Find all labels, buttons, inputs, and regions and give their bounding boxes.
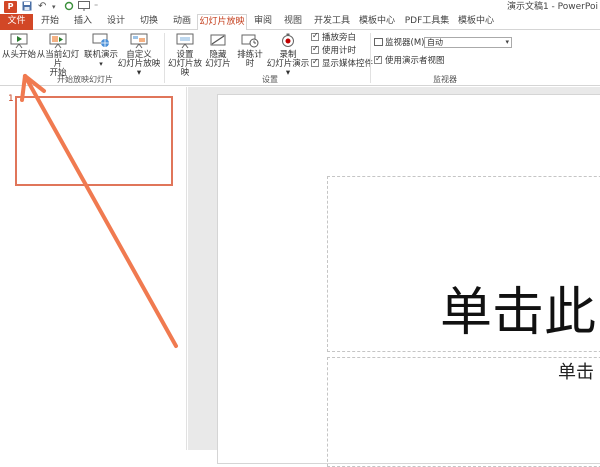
tab-animations[interactable]: 动画 [167,14,197,30]
ribbon-tabs: 文件 开始 插入 设计 切换 动画 幻灯片放映 审阅 视图 开发工具 模板中心 … [0,14,600,31]
hide-slide-icon [209,33,227,49]
tab-review[interactable]: 审阅 [250,14,276,30]
title-bar: P ↶ ▾ ⁼ 演示文稿1 - PowerPoi [0,0,600,14]
show-media-controls-label: 显示媒体控件 [322,59,374,69]
undo-dropdown-icon[interactable]: ▾ [52,1,56,13]
rehearse-timings-button[interactable]: 排练计时 [234,33,266,69]
record-icon [279,33,297,49]
custom-slide-show-icon [130,33,148,49]
use-timings-label: 使用计时 [322,46,357,56]
group-label-monitors: 监视器 [433,75,457,84]
title-placeholder-text: 单击此 [440,283,597,343]
set-up-show-icon [176,33,194,49]
tab-transitions[interactable]: 切换 [134,14,164,30]
present-online-button[interactable]: 联机演示 ▾ [83,33,119,69]
slide-number: 1 [8,94,14,104]
chevron-down-icon: ▾ [505,38,509,46]
present-online-icon [92,33,110,49]
slide-editing-area: 单击此 单击 [188,87,600,467]
tab-template-center[interactable]: 模板中心 [356,14,398,30]
show-media-controls-checkbox[interactable]: 显示媒体控件 [311,57,374,69]
from-current-label-1: 从当前幻灯片 [36,50,80,69]
powerpoint-app-icon[interactable]: P [4,1,17,13]
subtitle-placeholder[interactable]: 单击 [327,357,600,467]
monitor-dropdown[interactable]: 自动 ▾ [424,37,512,48]
present-online-dropdown-icon: ▾ [99,60,103,68]
tab-file[interactable]: 文件 [0,14,33,30]
play-narration-checkbox[interactable]: 播放旁白 [311,31,357,43]
checkbox-checked-icon [311,44,319,54]
window-title: 演示文稿1 - PowerPoi [506,2,598,12]
checkbox-checked-icon [374,54,382,64]
use-timings-checkbox[interactable]: 使用计时 [311,44,357,56]
monitor-label: 监视器(M): [385,38,428,48]
subtitle-placeholder-text: 单击 [558,362,594,383]
play-from-current-icon [49,33,67,49]
rehearse-timings-icon [241,33,259,49]
record-slide-show-button[interactable]: 录制 幻灯片演示 ▾ [266,33,310,78]
play-narration-label: 播放旁白 [322,33,357,43]
group-separator [370,33,371,83]
set-up-slide-show-button[interactable]: 设置 幻灯片放映 [166,33,204,78]
presenter-view-checkbox[interactable]: 使用演示者视图 [374,54,445,66]
tab-slide-show[interactable]: 幻灯片放映 [197,14,247,31]
hide-slide-label-2: 幻灯片 [205,59,231,69]
presentation-icon[interactable] [78,1,90,13]
slides-pane: 1 [0,87,187,450]
group-label-setup: 设置 [262,75,278,84]
slide-canvas[interactable]: 单击此 单击 [217,94,600,467]
monitor-selector: 监视器(M): [374,38,427,48]
slide-thumbnail[interactable] [15,96,173,186]
customize-quick-access-icon[interactable]: ⁼ [94,1,98,13]
monitor-icon [374,38,383,46]
tab-developer[interactable]: 开发工具 [310,14,354,30]
title-placeholder[interactable]: 单击此 [327,176,600,352]
presenter-view-label: 使用演示者视图 [385,56,445,66]
tab-design[interactable]: 设计 [101,14,131,30]
tab-pdf-tools[interactable]: PDF工具集 [402,14,452,30]
undo-icon[interactable]: ↶ [38,1,46,13]
tab-view[interactable]: 视图 [280,14,306,30]
play-from-beginning-icon [10,33,28,49]
checkbox-checked-icon [311,57,319,67]
save-icon[interactable] [22,1,32,13]
set-up-label-2: 幻灯片放映 [167,59,202,78]
hide-slide-button[interactable]: 隐藏 幻灯片 [204,33,232,69]
from-beginning-button[interactable]: 从头开始 [2,33,36,60]
tab-insert[interactable]: 插入 [68,14,98,30]
monitor-dropdown-value: 自动 [427,38,443,47]
checkbox-checked-icon [311,31,319,41]
custom-slide-show-button[interactable]: 自定义 幻灯片放映 ▾ [117,33,161,78]
from-current-slide-button[interactable]: 从当前幻灯片 开始 [36,33,80,78]
group-separator [164,33,165,83]
redo-icon[interactable] [64,1,74,13]
ribbon: 从头开始 从当前幻灯片 开始 联机演示 ▾ 自定义 幻灯片放映 ▾ 开始放映幻灯… [0,30,600,86]
rehearse-timings-label: 排练计时 [237,50,263,69]
tab-home[interactable]: 开始 [35,14,65,30]
present-online-label: 联机演示 [83,50,118,60]
group-label-start-show: 开始放映幻灯片 [57,75,113,84]
tab-template-center-2[interactable]: 模板中心 [455,14,497,30]
from-beginning-label: 从头开始 [2,50,37,60]
